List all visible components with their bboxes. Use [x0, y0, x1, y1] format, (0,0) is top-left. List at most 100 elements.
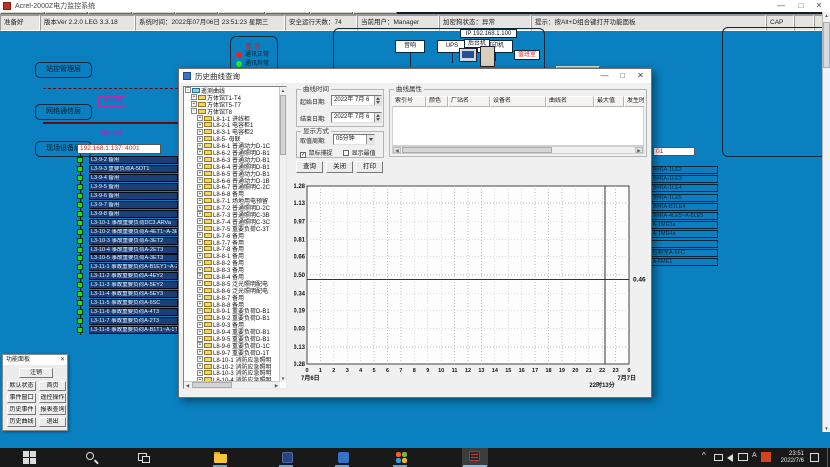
device-label[interactable]: L3-10-3 事故重要负荷A-3ET2	[89, 237, 178, 245]
scroll-left-icon[interactable]: ◀	[393, 147, 401, 153]
expand-icon[interactable]: +	[197, 211, 203, 217]
expand-icon[interactable]: +	[197, 239, 203, 245]
show-extreme-checkbox[interactable]: 显示最值	[343, 148, 376, 157]
expand-icon[interactable]: +	[191, 101, 197, 107]
tree-item[interactable]: +L8-6-8 备用	[184, 190, 280, 197]
scroll-left-icon[interactable]: ◀	[184, 382, 191, 389]
tree-item[interactable]: +L8-6-6 普通动力D-1B	[184, 177, 280, 184]
device-label[interactable]: L3-10-5 事故重要负荷A-3ET3	[89, 254, 178, 262]
expand-icon[interactable]: +	[197, 356, 203, 362]
tree-item[interactable]: +L8-8-2 备用	[184, 259, 280, 266]
tree-item[interactable]: -万体馆T8	[184, 108, 280, 115]
device-label[interactable]: L3-9-5 备用	[89, 183, 178, 191]
device-label[interactable]: L3-10-2 事故重要负荷A-4ET1~A-3ET2	[89, 228, 178, 236]
expand-icon[interactable]: +	[197, 336, 203, 342]
scroll-up-icon[interactable]: ▲	[823, 12, 830, 19]
tree-item[interactable]: +L8-8-3 备用	[184, 266, 280, 273]
app-icon-blue[interactable]	[336, 450, 351, 465]
tree-item[interactable]: -遥测曲线	[184, 87, 280, 94]
device-label[interactable]: 急照明A-1LE4	[645, 184, 718, 192]
app-icon-grid[interactable]	[394, 450, 409, 465]
device-label[interactable]: 急照明A-4LE5~A-5LE5	[645, 212, 718, 220]
expand-icon[interactable]: +	[197, 322, 203, 328]
fn-button-历史曲线[interactable]: 历史曲线	[7, 417, 36, 427]
tree-item[interactable]: +L8-8-1 备用	[184, 252, 280, 259]
end-date-field[interactable]: 2022年 7月 6	[331, 112, 382, 123]
expand-icon[interactable]: +	[197, 280, 203, 286]
expand-icon[interactable]: +	[197, 308, 203, 314]
checkbox-icon[interactable]: ✓	[300, 152, 306, 158]
dialog-close-button[interactable]: ✕	[632, 69, 649, 83]
device-label[interactable]: L3-9-2 备用	[89, 156, 178, 164]
tray-app-icon[interactable]	[761, 452, 771, 462]
expand-icon[interactable]: +	[197, 267, 203, 273]
expand-icon[interactable]: +	[197, 115, 203, 121]
device-label[interactable]: 力A-1ME4a	[645, 230, 718, 238]
expand-icon[interactable]: +	[197, 253, 203, 259]
expand-icon[interactable]: +	[197, 136, 203, 142]
dialog-maximize-button[interactable]: □	[614, 69, 631, 83]
scroll-up-icon[interactable]: ▲	[280, 87, 286, 94]
fn-button-首页[interactable]: 首页	[39, 381, 66, 391]
device-label[interactable]: 防控制室A-6FC	[645, 249, 718, 257]
expand-icon[interactable]: +	[197, 342, 203, 348]
action-center-icon[interactable]	[810, 453, 819, 462]
device-label[interactable]	[645, 240, 718, 248]
file-explorer-icon[interactable]	[213, 450, 228, 465]
period-dropdown[interactable]: 05分钟	[333, 134, 375, 145]
start-date-field[interactable]: 2022年 7月 6	[331, 95, 382, 106]
scroll-right-icon[interactable]: ▶	[635, 147, 643, 153]
expand-icon[interactable]: +	[197, 225, 203, 231]
start-button[interactable]	[22, 450, 37, 465]
tree-item[interactable]: +L8-7-4 普通照明C-3C	[184, 218, 280, 225]
scroll-thumb[interactable]	[192, 382, 232, 388]
scroll-right-icon[interactable]: ▶	[273, 382, 280, 389]
tree-item[interactable]: +L8-9-6 重要负荷D-1C	[184, 342, 280, 349]
device-label[interactable]: L3-9-8 备用	[89, 210, 178, 218]
tree-item[interactable]: +L8-7-7 备用	[184, 239, 280, 246]
expand-icon[interactable]: +	[197, 329, 203, 335]
tree-item[interactable]: +万体馆T1-T4	[184, 94, 280, 101]
chevron-down-icon[interactable]	[366, 135, 374, 144]
expand-icon[interactable]: +	[197, 246, 203, 252]
device-label[interactable]: L3-11-7 事故重要负荷A-2T3	[89, 317, 178, 325]
device-label[interactable]: L3-11-2 事故重要负荷A-4EY2	[89, 272, 178, 280]
ime-keyboard-icon[interactable]	[738, 453, 748, 461]
device-label[interactable]: L3-10-4 事故重要负荷A-2ET3	[89, 246, 178, 254]
tree-item[interactable]: +L8-9-2 重要负荷D-B1	[184, 314, 280, 321]
fn-button-报表查询[interactable]: 报表查询	[39, 405, 66, 415]
expand-icon[interactable]: +	[197, 273, 203, 279]
ime-letter[interactable]: A	[752, 448, 757, 463]
device-label[interactable]: L3-9-3 重要负荷A-5DT1	[89, 165, 178, 173]
fn-button-退出[interactable]: 退出	[39, 417, 66, 427]
tree-item[interactable]: +L8-8-7 备用	[184, 294, 280, 301]
scroll-thumb[interactable]	[823, 22, 830, 68]
tree-item[interactable]: +L8-9-3 备用	[184, 321, 280, 328]
device-label[interactable]: L3-11-4 事故重要负荷A-5EY3	[89, 290, 178, 298]
clock-date[interactable]: 2022/7/6	[776, 457, 804, 465]
expand-icon[interactable]: +	[197, 122, 203, 128]
tree-item[interactable]: +L8-2-1 电容柜1	[184, 121, 280, 128]
fn-button-遥控操作[interactable]: 遥控操作	[39, 393, 66, 403]
attributes-table-body[interactable]	[392, 107, 644, 146]
window-minimize-button[interactable]: —	[772, 0, 790, 12]
tree-item[interactable]: +L8-6-7 普通照明C-2C	[184, 183, 280, 190]
device-label[interactable]: L3-9-4 备用	[89, 174, 178, 182]
tree-item[interactable]: +L8-8-4 备用	[184, 273, 280, 280]
date-spinner-icon[interactable]	[374, 113, 381, 122]
tree-item[interactable]: +L8-6-5 普通动力D-B1	[184, 170, 280, 177]
device-label[interactable]: L3-9-7 备用	[89, 201, 178, 209]
tree-item[interactable]: +L8-6-4 普通照明D-B1	[184, 163, 280, 170]
device-label[interactable]: L3-11-5 事故重要负荷A-6SC	[89, 299, 178, 307]
device-label[interactable]: L3-9-6 备用	[89, 192, 178, 200]
main-vertical-scrollbar[interactable]: ▲ ▼	[822, 12, 830, 432]
expand-icon[interactable]: +	[197, 370, 203, 376]
tree-item[interactable]: +L8-9-1 重要负荷D-B1	[184, 308, 280, 315]
expand-icon[interactable]: +	[197, 163, 203, 169]
volume-icon[interactable]	[727, 454, 733, 462]
tree-item[interactable]: +L8-7-2 普通照明D-2C	[184, 204, 280, 211]
expand-icon[interactable]: +	[197, 191, 203, 197]
device-label[interactable]: L3-11-1 事故重要负荷A-B1EY1~A-2E	[89, 263, 178, 271]
dialog-titlebar[interactable]: 历史曲线查询 — □ ✕	[179, 69, 651, 83]
tree-item[interactable]: +L8-8-6 泛光照明配电	[184, 287, 280, 294]
